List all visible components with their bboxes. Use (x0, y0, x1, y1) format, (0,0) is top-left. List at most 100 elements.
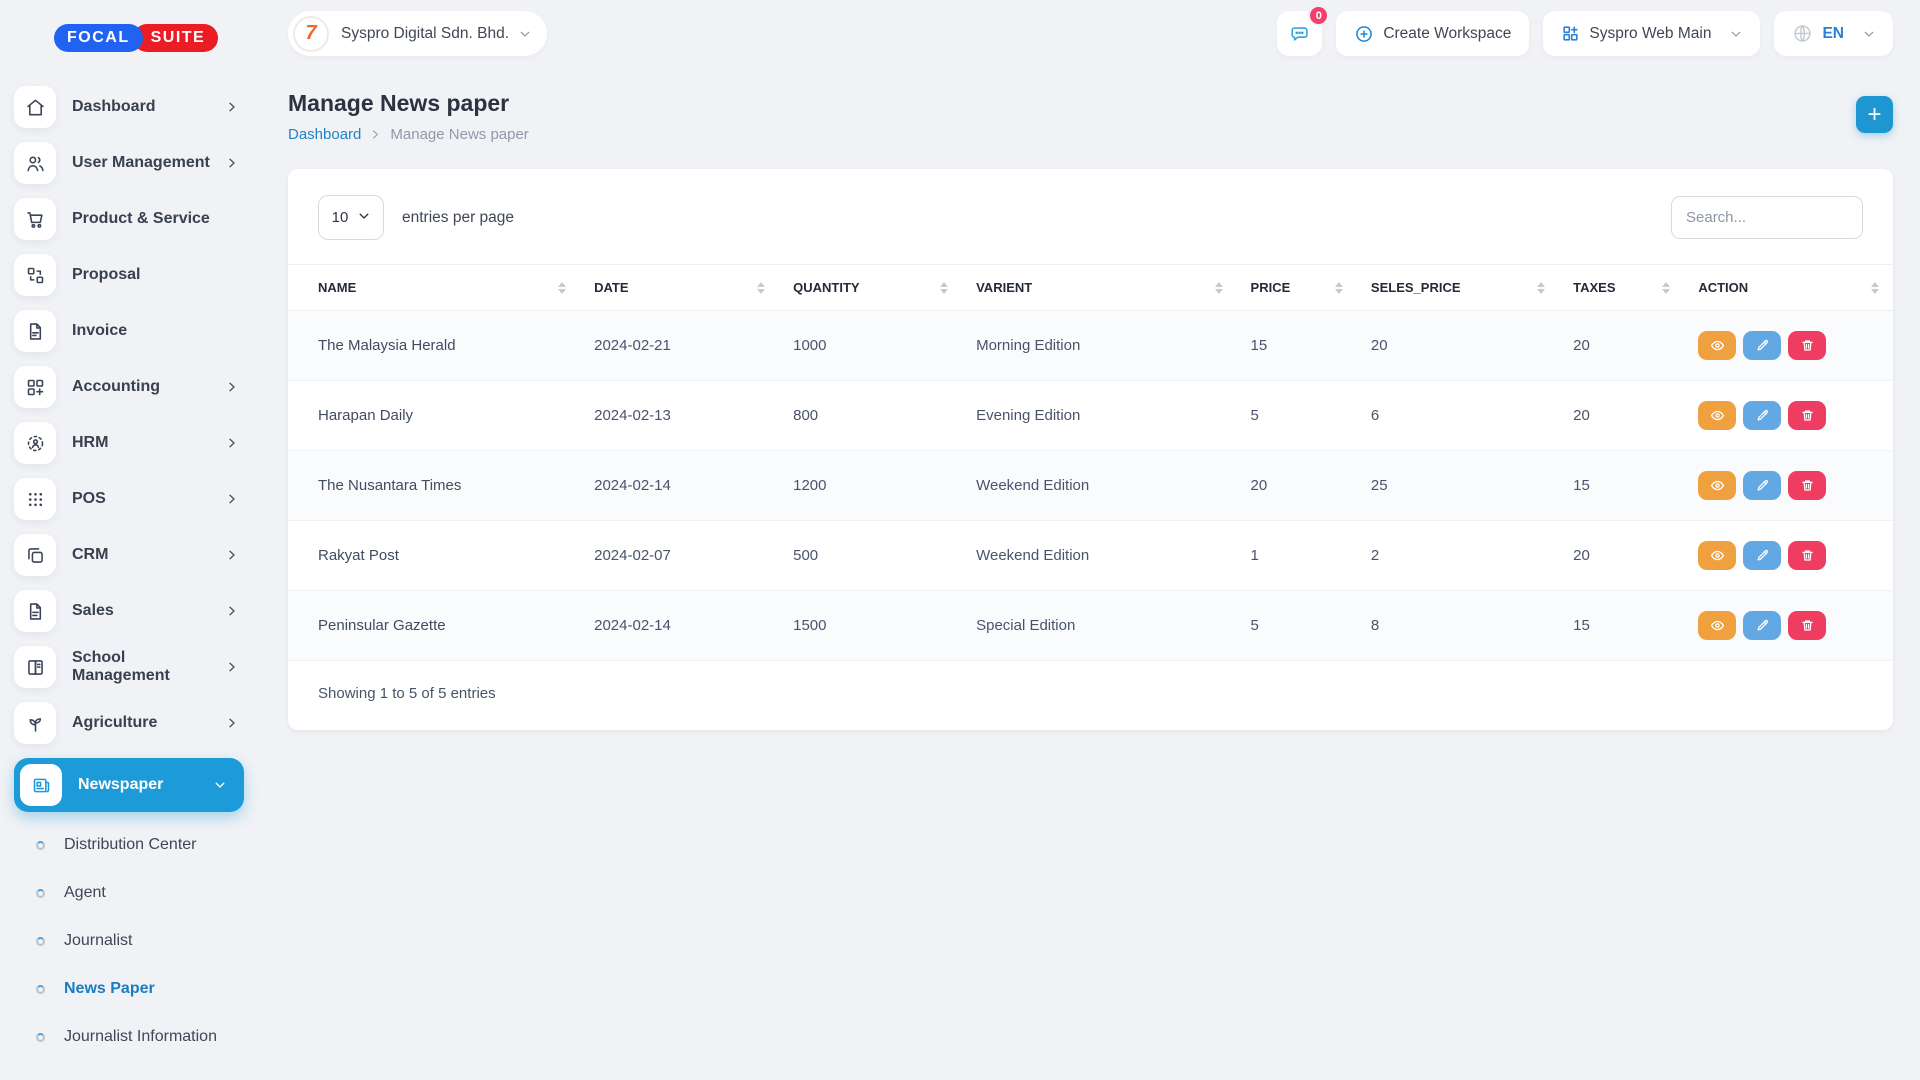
view-button[interactable] (1698, 401, 1736, 430)
create-workspace-label: Create Workspace (1383, 25, 1511, 43)
sidebar-item-pos[interactable]: POS (14, 478, 244, 520)
edit-button[interactable] (1743, 611, 1781, 640)
cell-price: 20 (1237, 451, 1357, 521)
chevron-right-icon (226, 549, 238, 561)
submenu-item-news-paper[interactable]: News Paper (36, 974, 244, 1004)
submenu-item-journalist-information[interactable]: Journalist Information (36, 1022, 244, 1052)
sidebar-item-proposal[interactable]: Proposal (14, 254, 244, 296)
sidebar: FOCAL SUITE Dashboard User Management Pr… (0, 0, 258, 1080)
bullet-icon (36, 985, 45, 994)
page-head: Manage News paper Dashboard Manage News … (288, 90, 1893, 143)
company-name: Syspro Digital Sdn. Bhd. (341, 25, 509, 43)
submenu-item-agent[interactable]: Agent (36, 878, 244, 908)
chevron-right-icon (370, 129, 381, 140)
company-selector[interactable]: 7 Syspro Digital Sdn. Bhd. (288, 11, 547, 56)
sidebar-item-dashboard[interactable]: Dashboard (14, 86, 244, 128)
submenu-item-label: Agent (64, 884, 106, 902)
newspaper-icon (20, 764, 62, 806)
view-button[interactable] (1698, 471, 1736, 500)
edit-button[interactable] (1743, 401, 1781, 430)
chevron-right-icon (226, 381, 238, 393)
sidebar-item-hrm[interactable]: HRM (14, 422, 244, 464)
cell-varient: Special Edition (962, 591, 1236, 661)
sort-icon (1335, 282, 1343, 294)
messages-button[interactable]: 0 (1277, 11, 1322, 56)
sidebar-item-accounting[interactable]: Accounting (14, 366, 244, 408)
column-header-taxes[interactable]: TAXES (1559, 265, 1684, 311)
logo-focal: FOCAL (54, 24, 143, 52)
sidebar-item-label: Invoice (72, 322, 127, 340)
table-header-row: NAME DATE QUANTITY VARIENT PRICE SELES_P… (288, 265, 1893, 311)
cell-quantity: 800 (779, 381, 962, 451)
workspace-switcher[interactable]: Syspro Web Main (1543, 11, 1760, 56)
row-actions (1698, 331, 1879, 360)
sidebar-menu: Dashboard User Management Product & Serv… (14, 86, 244, 812)
entries-per-page-select[interactable]: 10 (318, 195, 384, 240)
cell-varient: Weekend Edition (962, 451, 1236, 521)
company-avatar: 7 (293, 16, 329, 52)
chevron-right-icon (226, 437, 238, 449)
cell-name: The Malaysia Herald (288, 311, 580, 381)
sidebar-item-sales[interactable]: Sales (14, 590, 244, 632)
sidebar-item-school-management[interactable]: School Management (14, 646, 244, 688)
cell-taxes: 15 (1559, 591, 1684, 661)
sidebar-item-invoice[interactable]: Invoice (14, 310, 244, 352)
sidebar-item-agriculture[interactable]: Agriculture (14, 702, 244, 744)
sidebar-item-crm[interactable]: CRM (14, 534, 244, 576)
chevron-down-icon (519, 28, 531, 40)
breadcrumb-dashboard-link[interactable]: Dashboard (288, 126, 361, 143)
column-header-seles-price[interactable]: SELES_PRICE (1357, 265, 1559, 311)
column-header-name[interactable]: NAME (288, 265, 580, 311)
column-header-varient[interactable]: VARIENT (962, 265, 1236, 311)
cell-seles-price: 25 (1357, 451, 1559, 521)
cell-quantity: 1000 (779, 311, 962, 381)
sidebar-item-user-management[interactable]: User Management (14, 142, 244, 184)
bullet-icon (36, 841, 45, 850)
breadcrumb-current: Manage News paper (390, 126, 528, 143)
language-selector[interactable]: EN (1774, 11, 1893, 56)
add-newspaper-button[interactable]: + (1856, 96, 1893, 133)
view-button[interactable] (1698, 611, 1736, 640)
chevron-right-icon (226, 605, 238, 617)
delete-button[interactable] (1788, 611, 1826, 640)
cell-actions (1684, 521, 1893, 591)
sort-icon (1871, 282, 1879, 294)
copy-icon (14, 534, 56, 576)
sidebar-item-label: School Management (72, 649, 226, 685)
delete-button[interactable] (1788, 401, 1826, 430)
cell-actions (1684, 451, 1893, 521)
edit-button[interactable] (1743, 471, 1781, 500)
cell-quantity: 1200 (779, 451, 962, 521)
submenu-item-distribution-center[interactable]: Distribution Center (36, 830, 244, 860)
column-header-date[interactable]: DATE (580, 265, 779, 311)
view-button[interactable] (1698, 331, 1736, 360)
edit-button[interactable] (1743, 541, 1781, 570)
submenu-item-journalist[interactable]: Journalist (36, 926, 244, 956)
search-input[interactable] (1671, 196, 1863, 239)
delete-button[interactable] (1788, 541, 1826, 570)
cell-varient: Evening Edition (962, 381, 1236, 451)
focal-suite-logo[interactable]: FOCAL SUITE (54, 24, 244, 52)
breadcrumb: Dashboard Manage News paper (288, 126, 529, 143)
view-button[interactable] (1698, 541, 1736, 570)
cell-taxes: 20 (1559, 381, 1684, 451)
newspaper-submenu: Distribution Center Agent Journalist New… (36, 830, 244, 1052)
delete-button[interactable] (1788, 471, 1826, 500)
delete-button[interactable] (1788, 331, 1826, 360)
submenu-item-label: News Paper (64, 980, 155, 998)
cell-taxes: 20 (1559, 311, 1684, 381)
chevron-down-icon (1863, 28, 1875, 40)
column-header-price[interactable]: PRICE (1237, 265, 1357, 311)
column-header-quantity[interactable]: QUANTITY (779, 265, 962, 311)
sidebar-item-product-service[interactable]: Product & Service (14, 198, 244, 240)
cell-quantity: 1500 (779, 591, 962, 661)
chevron-right-icon (226, 717, 238, 729)
sidebar-item-newspaper[interactable]: Newspaper (14, 758, 244, 812)
chat-bubble-icon (1289, 23, 1311, 45)
cell-seles-price: 8 (1357, 591, 1559, 661)
create-workspace-button[interactable]: Create Workspace (1336, 11, 1529, 56)
users-icon (14, 142, 56, 184)
submenu-item-label: Distribution Center (64, 836, 197, 854)
column-header-action[interactable]: ACTION (1684, 265, 1893, 311)
edit-button[interactable] (1743, 331, 1781, 360)
